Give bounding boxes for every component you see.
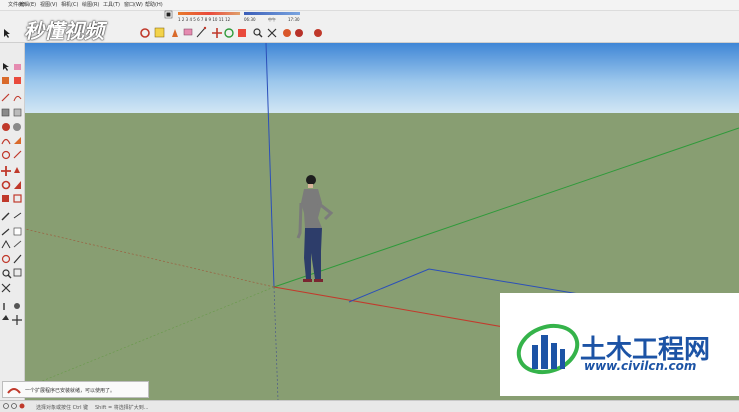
zoom-icon[interactable] <box>253 28 263 38</box>
rotate-tool-icon[interactable] <box>1 180 11 190</box>
select-tool-icon[interactable] <box>3 63 9 71</box>
axes-tool-icon[interactable] <box>1 239 11 249</box>
look-around-tool-icon[interactable] <box>14 303 20 309</box>
pie-tool-icon[interactable] <box>14 137 21 144</box>
offset-tool-icon[interactable] <box>13 194 22 203</box>
eraser-icon[interactable] <box>183 28 193 36</box>
status-icons <box>3 403 25 409</box>
move-icon[interactable] <box>212 28 222 38</box>
pan-tool-icon[interactable] <box>13 254 22 264</box>
rectangle-tool-icon[interactable] <box>1 108 10 117</box>
menu-edit[interactable]: 编辑(E) <box>19 1 36 8</box>
extension-warehouse-icon[interactable] <box>295 29 303 37</box>
shadow-settings: 1 2 3 4 5 6 7 8 9 10 11 12 06:30 中午 17:3… <box>160 10 320 24</box>
menu-window[interactable]: 窗口(W) <box>124 1 143 8</box>
section-plane-icon[interactable] <box>12 315 22 325</box>
menu-camera[interactable]: 相机(C) <box>61 1 78 8</box>
scale-icon[interactable] <box>238 29 246 37</box>
protractor-tool-icon[interactable] <box>1 228 10 236</box>
status-hint-right: Shift = 将选择扩大到... <box>95 405 149 411</box>
arc-tool-icon[interactable] <box>1 138 11 145</box>
shadow-months: 1 2 3 4 5 6 7 8 9 10 11 12 <box>178 17 231 22</box>
site-logo-icon <box>516 323 580 375</box>
tape-measure-icon[interactable] <box>1 212 10 221</box>
shadow-time-end: 17:30 <box>288 17 300 22</box>
three-point-arc-icon[interactable] <box>13 150 22 159</box>
main-toolbar <box>0 25 739 43</box>
paint-tool-icon[interactable] <box>2 77 9 84</box>
eraser-tool-icon[interactable] <box>14 64 21 70</box>
layout-icon[interactable] <box>314 29 322 37</box>
polygon-tool-icon[interactable] <box>13 123 21 131</box>
shadow-time-start: 06:30 <box>244 17 256 22</box>
shadow-time-mid: 中午 <box>268 17 276 22</box>
extension-notice[interactable]: 一个扩展程序已安装就绪，可以使用了。 <box>2 381 149 398</box>
extension-icon <box>7 388 21 394</box>
zoom-extents-left-icon[interactable] <box>1 283 11 293</box>
component-tool-icon[interactable] <box>14 77 21 84</box>
warehouse-icon[interactable] <box>283 29 291 37</box>
left-tool-palette <box>0 43 25 400</box>
freehand-tool-icon[interactable] <box>13 95 22 102</box>
two-point-arc-icon[interactable] <box>1 150 11 160</box>
menu-draw[interactable]: 绘图(R) <box>82 1 99 8</box>
zoom-extents-icon[interactable] <box>267 28 277 38</box>
undo-icon[interactable] <box>140 28 150 38</box>
sky <box>25 43 739 113</box>
extension-notice-text: 一个扩展程序已安装就绪，可以使用了。 <box>25 388 116 394</box>
line-tool-left-icon[interactable] <box>1 93 10 102</box>
paint-bucket-icon[interactable] <box>172 29 178 37</box>
zoom-window-icon[interactable] <box>13 268 22 277</box>
zoom-tool-icon[interactable] <box>2 269 12 279</box>
menu-help[interactable]: 帮助(H) <box>145 1 163 8</box>
position-camera-icon[interactable] <box>2 315 9 320</box>
orbit-tool-icon[interactable] <box>1 254 11 264</box>
select-arrow-icon[interactable] <box>4 29 10 38</box>
menu-bar: 文件(F) 编辑(E) 视图(V) 相机(C) 绘图(R) 工具(T) 窗口(W… <box>0 0 739 11</box>
rotated-rect-tool-icon[interactable] <box>13 108 22 117</box>
follow-me-tool-icon[interactable] <box>14 181 21 189</box>
rotate-icon[interactable] <box>224 28 234 38</box>
site-url: www.civilcn.com <box>584 359 697 373</box>
menu-tools[interactable]: 工具(T) <box>103 1 120 8</box>
move-tool-icon[interactable] <box>1 166 11 176</box>
measure-icon[interactable] <box>154 27 165 38</box>
text-tool-icon[interactable] <box>13 227 22 236</box>
status-bar: 选择对象或按住 Ctrl 键 Shift = 将选择扩大到... <box>0 400 739 412</box>
circle-tool-icon[interactable] <box>2 123 10 131</box>
scale-tool-icon[interactable] <box>2 195 9 202</box>
line-tool-icon[interactable] <box>196 26 207 38</box>
site-watermark: 土木工程网 www.civilcn.com <box>500 293 739 396</box>
dimension-tool-icon[interactable] <box>13 212 22 219</box>
menu-view[interactable]: 视图(V) <box>40 1 57 8</box>
push-pull-tool-icon[interactable] <box>14 167 20 173</box>
video-watermark: 秒懂视频 <box>24 19 104 43</box>
3d-text-tool-icon[interactable] <box>13 240 22 248</box>
status-hint-left: 选择对象或按住 Ctrl 键 <box>36 405 89 411</box>
